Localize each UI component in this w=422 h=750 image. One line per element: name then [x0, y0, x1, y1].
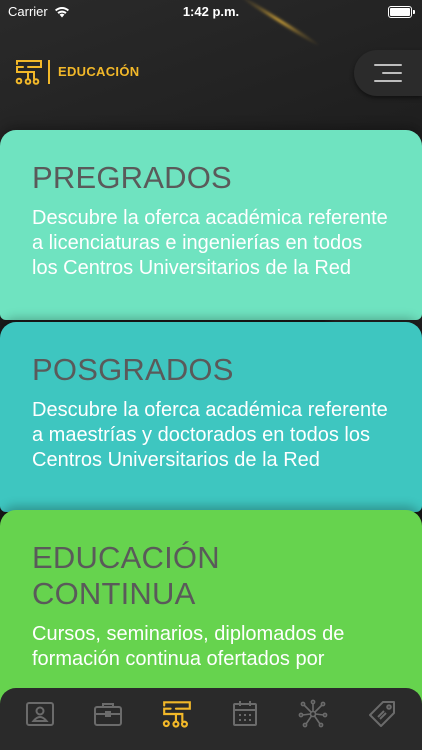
- network-icon: [299, 699, 328, 728]
- card-title: POSGRADOS: [32, 352, 234, 387]
- tab-network[interactable]: [291, 696, 335, 732]
- section-title: EDUCACIÓN: [58, 64, 140, 79]
- menu-line: [374, 64, 402, 66]
- tab-work[interactable]: [86, 696, 130, 732]
- tag-icon: [368, 701, 395, 727]
- menu-line: [382, 72, 402, 74]
- card-description: Descubre la oferca académica referente a…: [32, 207, 388, 279]
- id-card-icon: [26, 702, 55, 726]
- card-posgrados[interactable]: POSGRADOS Descubre la oferca académica r…: [0, 322, 422, 512]
- battery-icon: [388, 6, 415, 18]
- card-title: PREGRADOS: [32, 160, 232, 195]
- card-title: EDUCACIÓN CONTINUA: [32, 540, 220, 611]
- education-logo-icon: [15, 60, 42, 85]
- tab-education[interactable]: [155, 696, 199, 732]
- card-description: Descubre la oferca académica referente a…: [32, 399, 388, 471]
- tab-offers[interactable]: [360, 696, 404, 732]
- logo-divider: [48, 60, 50, 84]
- education-circuit-icon: [162, 701, 191, 728]
- card-pregrados[interactable]: PREGRADOS Descubre la oferca académica r…: [0, 130, 422, 320]
- briefcase-icon: [94, 703, 123, 726]
- status-bar: Carrier 1:42 p.m.: [0, 0, 422, 24]
- tab-calendar[interactable]: [223, 696, 267, 732]
- bottom-tab-bar: [0, 688, 422, 750]
- card-description: Cursos, seminarios, diplomados de formac…: [32, 623, 345, 670]
- calendar-icon: [233, 701, 258, 726]
- app-header: EDUCACIÓN: [0, 50, 422, 96]
- clock: 1:42 p.m.: [182, 4, 240, 19]
- menu-button[interactable]: [354, 50, 422, 96]
- menu-line: [374, 80, 402, 82]
- tab-profile[interactable]: [18, 696, 62, 732]
